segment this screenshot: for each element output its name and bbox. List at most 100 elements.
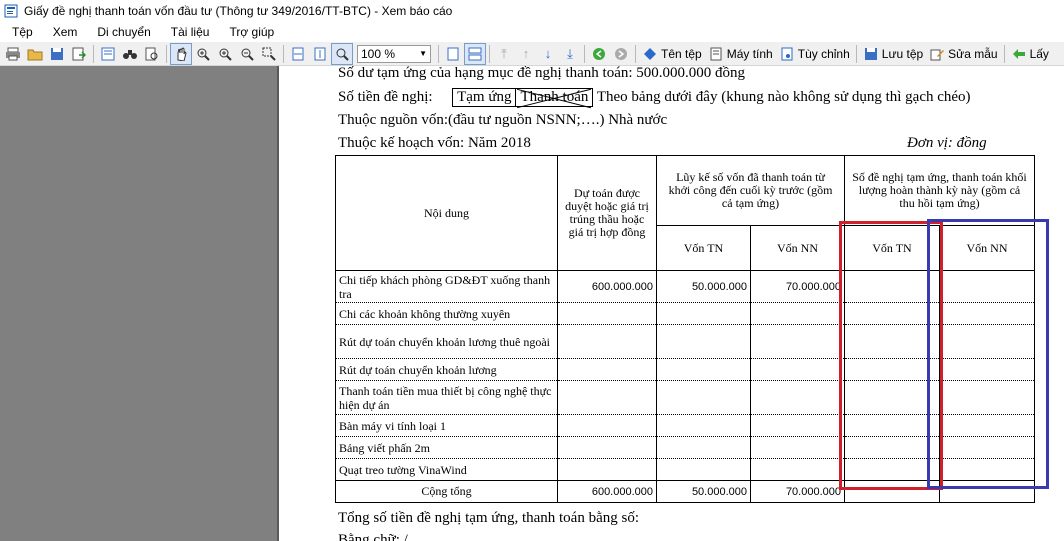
- row-noi-dung: Quạt treo tường VinaWind: [335, 458, 558, 481]
- ten-tep-label: Tên tệp: [661, 46, 702, 61]
- lay-label: Lấy: [1029, 46, 1049, 61]
- so-du-tam-ung-line: Số dư tạm ứng của hạng mục đề nghị thanh…: [338, 66, 746, 81]
- edit-icon: [929, 46, 945, 62]
- single-page-icon[interactable]: [442, 43, 464, 65]
- row-noi-dung: Rút dự toán chuyển khoản lương thuê ngoà…: [335, 324, 558, 359]
- row-noi-dung: Chi tiếp khách phòng GD&ĐT xuống thanh t…: [335, 270, 558, 303]
- row-luy-ke-tn: [656, 302, 751, 325]
- header-luy-ke-von-tn: Vốn TN: [656, 225, 751, 271]
- print-icon[interactable]: [2, 43, 24, 65]
- app-icon: [4, 4, 18, 18]
- header-luy-ke-von-nn: Vốn NN: [750, 225, 845, 271]
- luu-tep-label: Lưu tệp: [881, 46, 924, 61]
- tuy-chinh-button[interactable]: Tùy chỉnh: [776, 43, 853, 65]
- zoom-in-icon[interactable]: [192, 43, 214, 65]
- multi-page-icon[interactable]: [464, 42, 486, 65]
- row-luy-ke-tn: [656, 458, 751, 481]
- row-noi-dung: Bảng viết phấn 2m: [335, 436, 558, 459]
- row-du-toan: [557, 302, 657, 325]
- menu-di-chuyen[interactable]: Di chuyển: [87, 22, 160, 42]
- sua-mau-label: Sửa mẫu: [948, 46, 998, 61]
- zoom-region-icon[interactable]: [258, 43, 280, 65]
- actual-size-icon[interactable]: [331, 42, 353, 65]
- ke-hoach-line: Thuộc kế hoạch vốn: Năm 2018: [338, 135, 531, 151]
- row-luy-ke-nn: [750, 380, 845, 415]
- row-du-toan: [557, 358, 657, 381]
- row-du-toan: [557, 458, 657, 481]
- total-luy-ke-nn: 70.000.000: [750, 480, 845, 503]
- forward-icon[interactable]: [610, 43, 632, 65]
- zoom-select[interactable]: 100 % ▼: [357, 44, 431, 63]
- so-tien-de-nghi-line: Số tiền đề nghị: Tạm ứng Thanh toán Theo …: [338, 88, 971, 107]
- find-icon[interactable]: [141, 43, 163, 65]
- total-label: Cộng tổng: [335, 480, 558, 503]
- nguon-von-line: Thuộc nguồn vốn:(đầu tư nguồn NSNN;….) N…: [338, 112, 668, 128]
- export-icon[interactable]: [68, 43, 90, 65]
- sua-mau-button[interactable]: Sửa mẫu: [926, 43, 1000, 65]
- last-page-icon[interactable]: ⤓: [559, 43, 581, 65]
- binoculars-icon[interactable]: [119, 43, 141, 65]
- row-du-toan: [557, 380, 657, 415]
- diamond-icon: [642, 46, 658, 62]
- row-du-toan: [557, 324, 657, 359]
- back-icon[interactable]: [588, 43, 610, 65]
- row-luy-ke-nn: [750, 358, 845, 381]
- row-noi-dung: Bàn máy vi tính loại 1: [335, 414, 558, 437]
- row-du-toan: 600.000.000: [557, 270, 657, 303]
- row-luy-ke-tn: 50.000.000: [656, 270, 751, 303]
- row-luy-ke-nn: [750, 324, 845, 359]
- hand-tool-icon[interactable]: [170, 42, 192, 65]
- fit-page-icon[interactable]: [309, 43, 331, 65]
- menu-tep[interactable]: Tệp: [2, 22, 43, 42]
- title-bar: Giấy đề nghị thanh toán vốn đầu tư (Thôn…: [0, 0, 1064, 22]
- menu-tai-lieu[interactable]: Tài liệu: [161, 22, 220, 42]
- save-file-icon: [863, 46, 879, 62]
- row-noi-dung: Rút dự toán chuyển khoản lương: [335, 358, 558, 381]
- row-luy-ke-tn: [656, 436, 751, 459]
- zoom-in-plus-icon[interactable]: [214, 43, 236, 65]
- row-luy-ke-nn: [750, 458, 845, 481]
- header-noi-dung: Nội dung: [335, 155, 558, 271]
- ten-tep-button[interactable]: Tên tệp: [639, 43, 705, 65]
- left-panel: [0, 66, 279, 541]
- save-icon[interactable]: [46, 43, 68, 65]
- row-noi-dung: Thanh toán tiền mua thiết bị công nghệ t…: [335, 380, 558, 415]
- row-luy-ke-nn: [750, 414, 845, 437]
- lay-button[interactable]: Lấy: [1008, 43, 1052, 65]
- header-luy-ke: Lũy kế số vốn đã thanh toán từ khởi công…: [656, 155, 845, 226]
- so-tien-label: Số tiền đề nghị:: [338, 89, 433, 105]
- customize-icon: [779, 46, 795, 62]
- thanh-toan-box: Thanh toán: [516, 88, 594, 107]
- luu-tep-button[interactable]: Lưu tệp: [860, 43, 926, 65]
- row-luy-ke-nn: 70.000.000: [750, 270, 845, 303]
- zoom-out-icon[interactable]: [236, 43, 258, 65]
- window-title: Giấy đề nghị thanh toán vốn đầu tư (Thôn…: [24, 4, 453, 18]
- page-setup-icon[interactable]: [97, 43, 119, 65]
- blue-highlight-box: [927, 219, 1049, 489]
- so-tien-suffix: Theo bảng dưới đây (khung nào không sử d…: [596, 89, 971, 105]
- menu-xem[interactable]: Xem: [43, 22, 88, 42]
- open-folder-icon[interactable]: [24, 43, 46, 65]
- row-luy-ke-tn: [656, 380, 751, 415]
- row-luy-ke-tn: [656, 414, 751, 437]
- fit-width-icon[interactable]: [287, 43, 309, 65]
- row-luy-ke-nn: [750, 436, 845, 459]
- may-tinh-button[interactable]: Máy tính: [705, 43, 776, 65]
- menu-tro-giup[interactable]: Trợ giúp: [219, 22, 284, 42]
- toolbar: 100 % ▼ ⤒ ↑ ↓ ⤓ Tên tệp Máy tính Tùy chỉ…: [0, 42, 1064, 66]
- row-luy-ke-nn: [750, 302, 845, 325]
- next-page-icon[interactable]: ↓: [537, 43, 559, 65]
- row-luy-ke-tn: [656, 324, 751, 359]
- header-de-nghi: Số đề nghị tạm ứng, thanh toán khối lượn…: [844, 155, 1035, 226]
- report-document: Số dư tạm ứng của hạng mục đề nghị thanh…: [281, 66, 1064, 541]
- first-page-icon[interactable]: ⤒: [493, 43, 515, 65]
- header-du-toan: Dự toán được duyệt hoặc giá trị trúng th…: [557, 155, 657, 271]
- tam-ung-box: Tạm ứng: [452, 88, 517, 107]
- prev-page-icon[interactable]: ↑: [515, 43, 537, 65]
- zoom-value: 100 %: [361, 46, 396, 61]
- arrow-left-icon: [1011, 46, 1027, 62]
- total-luy-ke-tn: 50.000.000: [656, 480, 751, 503]
- row-du-toan: [557, 414, 657, 437]
- menu-bar: Tệp Xem Di chuyển Tài liệu Trợ giúp: [0, 22, 1064, 42]
- row-noi-dung: Chi các khoản không thường xuyên: [335, 302, 558, 325]
